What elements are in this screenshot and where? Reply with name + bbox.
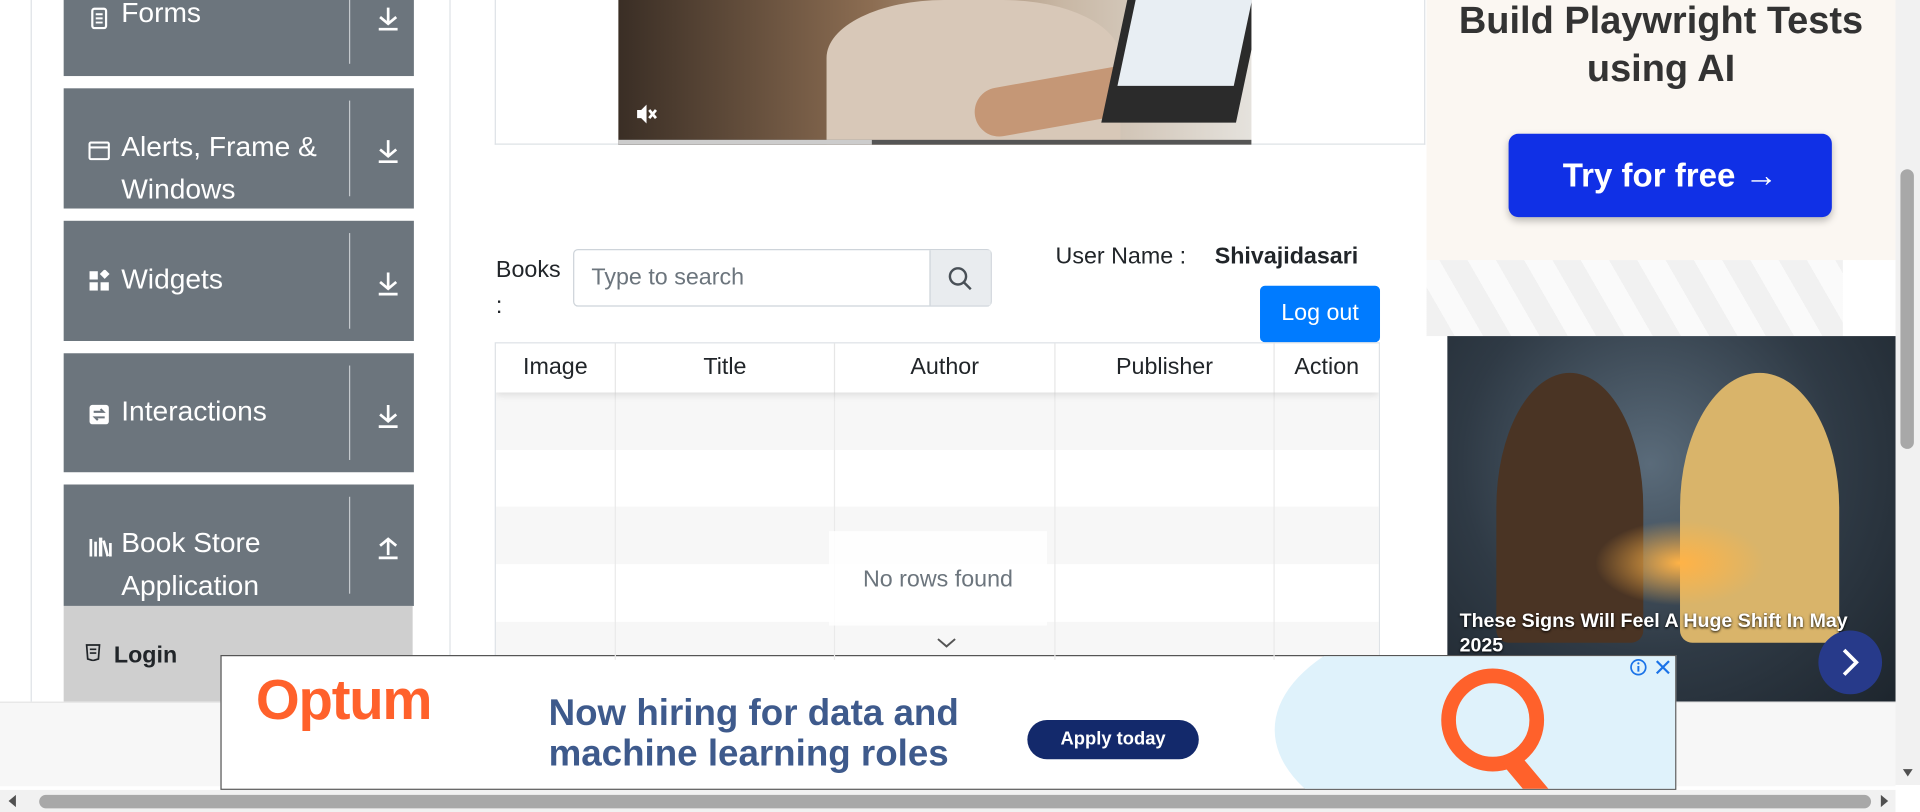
ad-pattern [1426, 260, 1843, 337]
search-button[interactable] [929, 250, 991, 306]
left-border [30, 0, 32, 702]
form-icon [91, 7, 108, 30]
video-player[interactable] [618, 0, 1252, 145]
column-separator [1054, 392, 1056, 660]
download-arrow-icon [378, 272, 398, 296]
scroll-right-arrow-icon[interactable] [1880, 794, 1890, 809]
sidebar-group-interactions[interactable]: Interactions [63, 353, 414, 473]
ad-info-icon[interactable] [1630, 659, 1647, 676]
interactions-icon [89, 404, 109, 425]
books-label: Books : [495, 257, 561, 319]
group-separator [348, 0, 351, 64]
sidebar-group-book-store-application[interactable]: Book Store Application [63, 484, 414, 606]
horizontal-scrollbar-thumb[interactable] [39, 794, 1872, 809]
sidebar-group-title: Forms [121, 0, 202, 29]
table-row [495, 450, 1379, 508]
column-separator [1273, 392, 1275, 660]
banner-brand: Optum [255, 667, 433, 732]
search-box [573, 248, 992, 307]
column-header-publisher[interactable]: Publisher [1056, 343, 1275, 393]
scroll-down-arrow-icon[interactable] [1902, 768, 1914, 778]
column-header-image[interactable]: Image [496, 343, 616, 393]
sidebar-group-title: Book Store Application [121, 526, 261, 602]
html5-icon [85, 644, 101, 662]
table-header: Image Title Author Publisher Action [495, 343, 1379, 393]
magnifier-icon [1441, 668, 1545, 772]
table-row [495, 392, 1379, 451]
books-icon [89, 537, 112, 557]
video-laptop-screen [1117, 0, 1252, 86]
column-header-title[interactable]: Title [616, 343, 836, 393]
sidebar-divider [449, 0, 451, 702]
column-header-action[interactable]: Action [1275, 343, 1379, 392]
ad-next-button[interactable] [1818, 630, 1883, 695]
group-separator [348, 233, 351, 329]
search-input[interactable] [574, 250, 932, 306]
group-separator [348, 365, 351, 460]
sidebar-group-widgets[interactable]: Widgets [63, 220, 414, 341]
group-separator [348, 100, 351, 197]
group-separator [348, 496, 351, 594]
sidebar-group-title: Widgets [121, 262, 223, 295]
banner-ad[interactable]: Optum Now hiring for data and machine le… [220, 655, 1677, 790]
books-table: Image Title Author Publisher Action No r… [494, 342, 1381, 662]
video-progress-bar[interactable] [618, 139, 1252, 145]
column-header-author[interactable]: Author [835, 343, 1056, 393]
sidebar-group-alerts-frame-windows[interactable]: Alerts, Frame & Windows [63, 88, 414, 209]
sidebar-group-title: Alerts, Frame & Windows [121, 130, 317, 205]
download-arrow-icon [378, 7, 398, 31]
sidebar-item-label: Login [113, 642, 178, 669]
mute-icon[interactable] [633, 101, 660, 128]
no-rows-message: No rows found [828, 531, 1047, 626]
download-arrow-icon [378, 140, 398, 164]
column-separator [614, 392, 616, 660]
chevron-right-icon [1842, 648, 1859, 676]
vertical-scrollbar-thumb[interactable] [1900, 169, 1914, 449]
page: Forms Alerts, Frame & Windows Widgets In… [0, 0, 1920, 812]
upload-arrow-icon [378, 537, 398, 560]
widgets-icon [89, 269, 110, 291]
ad-headline: Build Playwright Tests using AI [1458, 0, 1864, 90]
user-name-value: Shivajidasari [1214, 244, 1359, 270]
ad-glow [1594, 520, 1766, 606]
ad-caption: These Signs Will Feel A Huge Shift In Ma… [1459, 610, 1848, 657]
user-name-label: User Name : [1055, 244, 1187, 270]
ad-image-tile[interactable]: These Signs Will Feel A Huge Shift In Ma… [1447, 336, 1898, 702]
sidebar-group-title: Interactions [121, 394, 267, 427]
banner-apply-button[interactable]: Apply today [1027, 720, 1199, 760]
video-progress-fill [618, 139, 872, 145]
sidebar-group-forms[interactable]: Forms [63, 0, 414, 77]
search-icon [948, 267, 972, 291]
scroll-left-arrow-icon[interactable] [7, 794, 17, 809]
ad-close-icon[interactable] [1654, 659, 1671, 676]
ad-playwright[interactable]: Build Playwright Tests using AI Try for … [1426, 0, 1896, 261]
chevron-down-icon[interactable] [936, 635, 958, 650]
logout-button[interactable]: Log out [1260, 285, 1381, 343]
banner-message: Now hiring for data and machine learning… [548, 693, 959, 774]
download-arrow-icon [378, 405, 398, 428]
ad-try-free-button[interactable]: Try for free → [1508, 133, 1832, 218]
window-icon [88, 141, 110, 161]
